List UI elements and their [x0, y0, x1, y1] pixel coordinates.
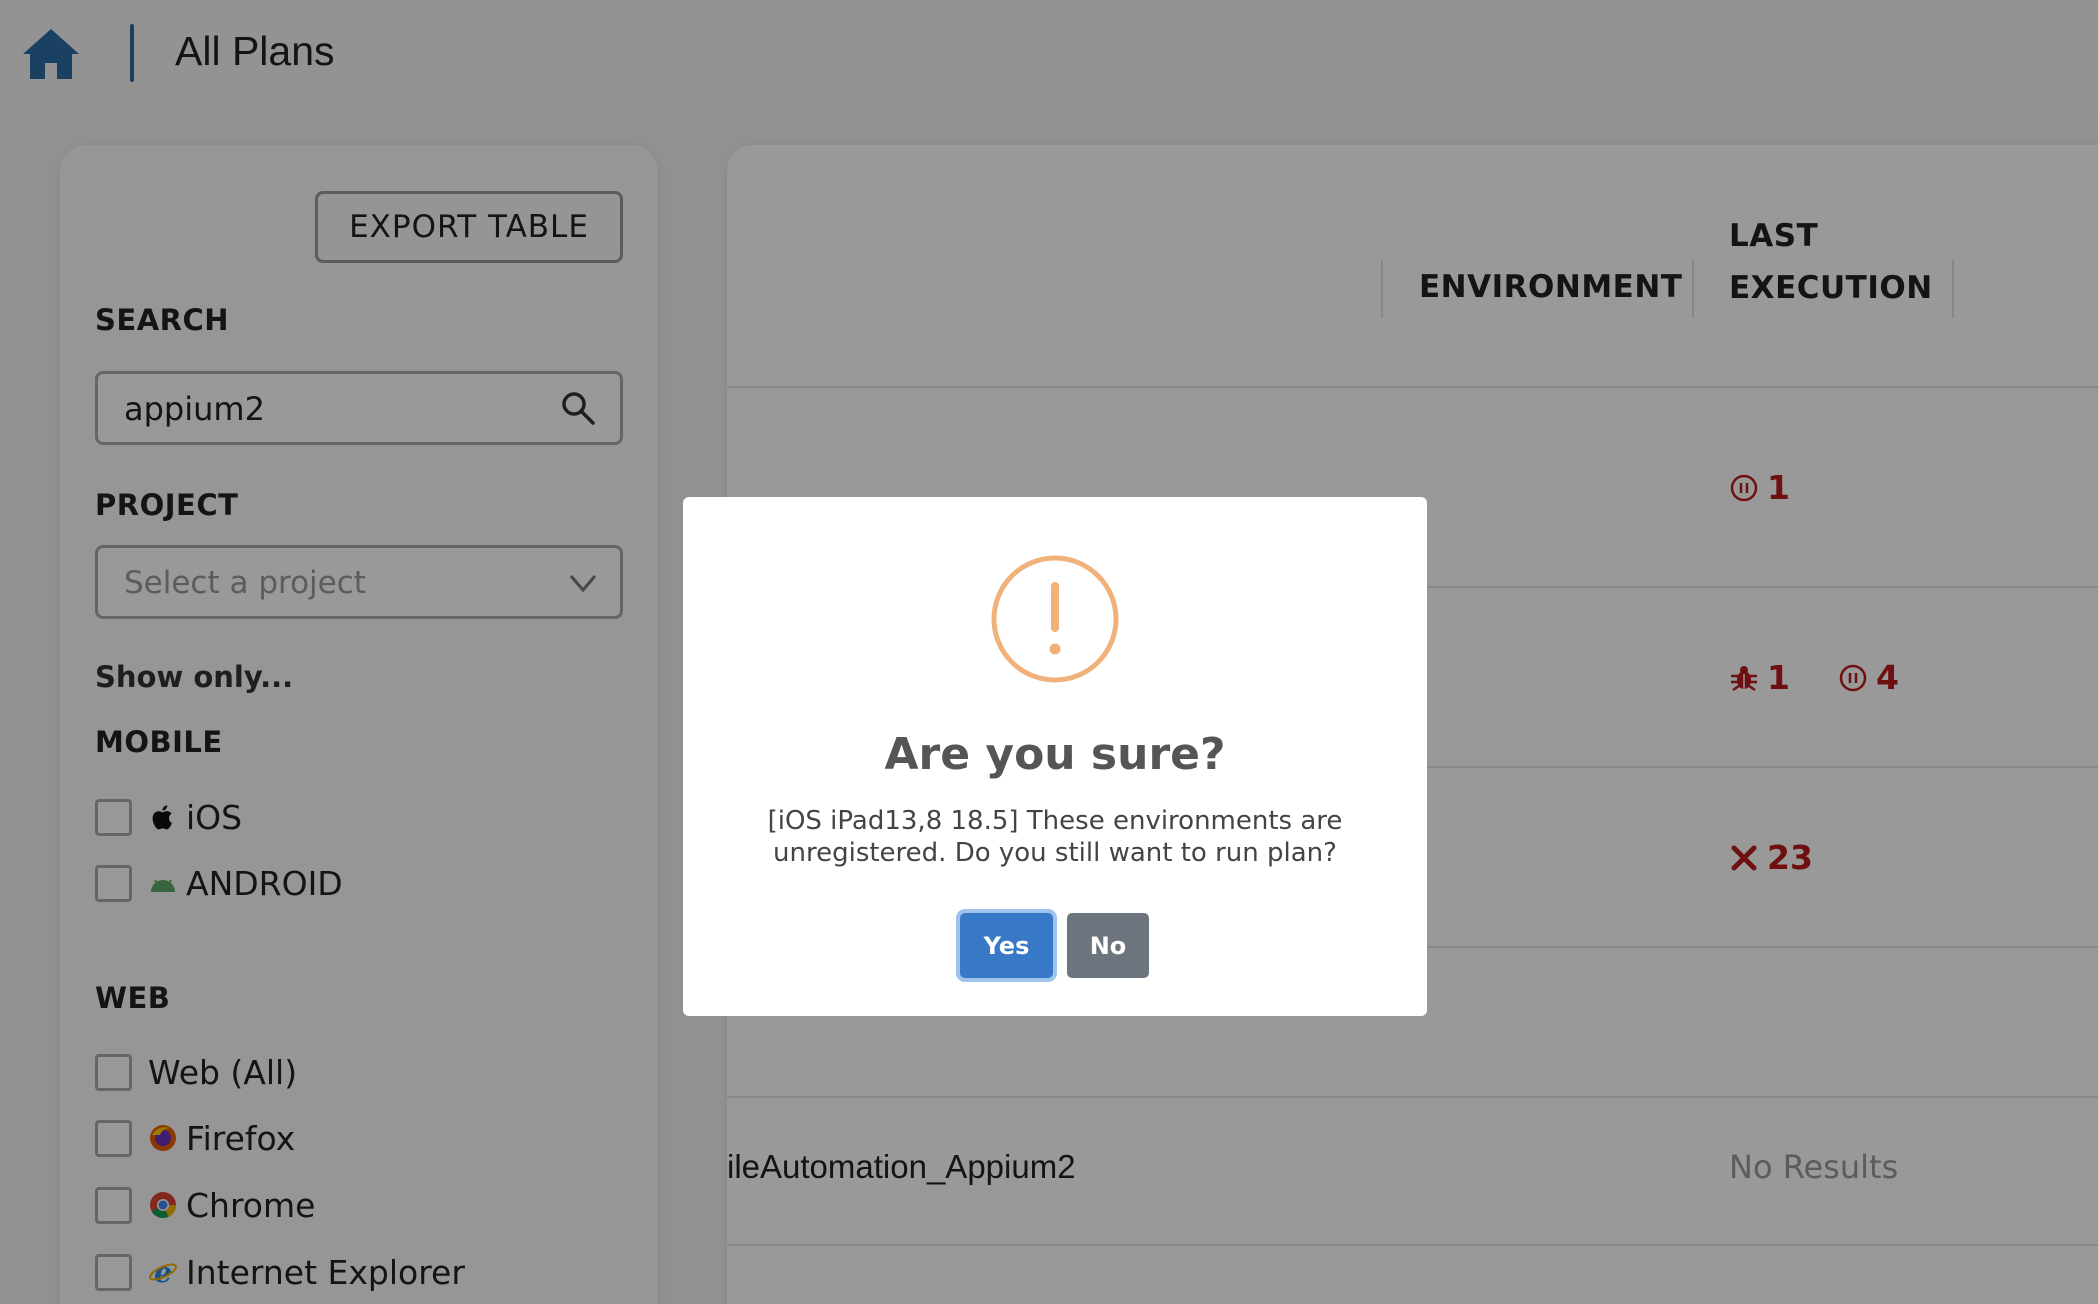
confirm-dialog: Are you sure? [iOS iPad13,8 18.5] These … [683, 497, 1427, 1016]
yes-button[interactable]: Yes [960, 913, 1053, 978]
page: All Plans EXPORT TABLE SEARCH appium2 PR… [0, 0, 2098, 1304]
no-button[interactable]: No [1067, 913, 1149, 978]
dialog-title: Are you sure? [884, 729, 1226, 780]
warning-icon [991, 555, 1119, 683]
dialog-message: [iOS iPad13,8 18.5] These environments a… [767, 806, 1343, 868]
